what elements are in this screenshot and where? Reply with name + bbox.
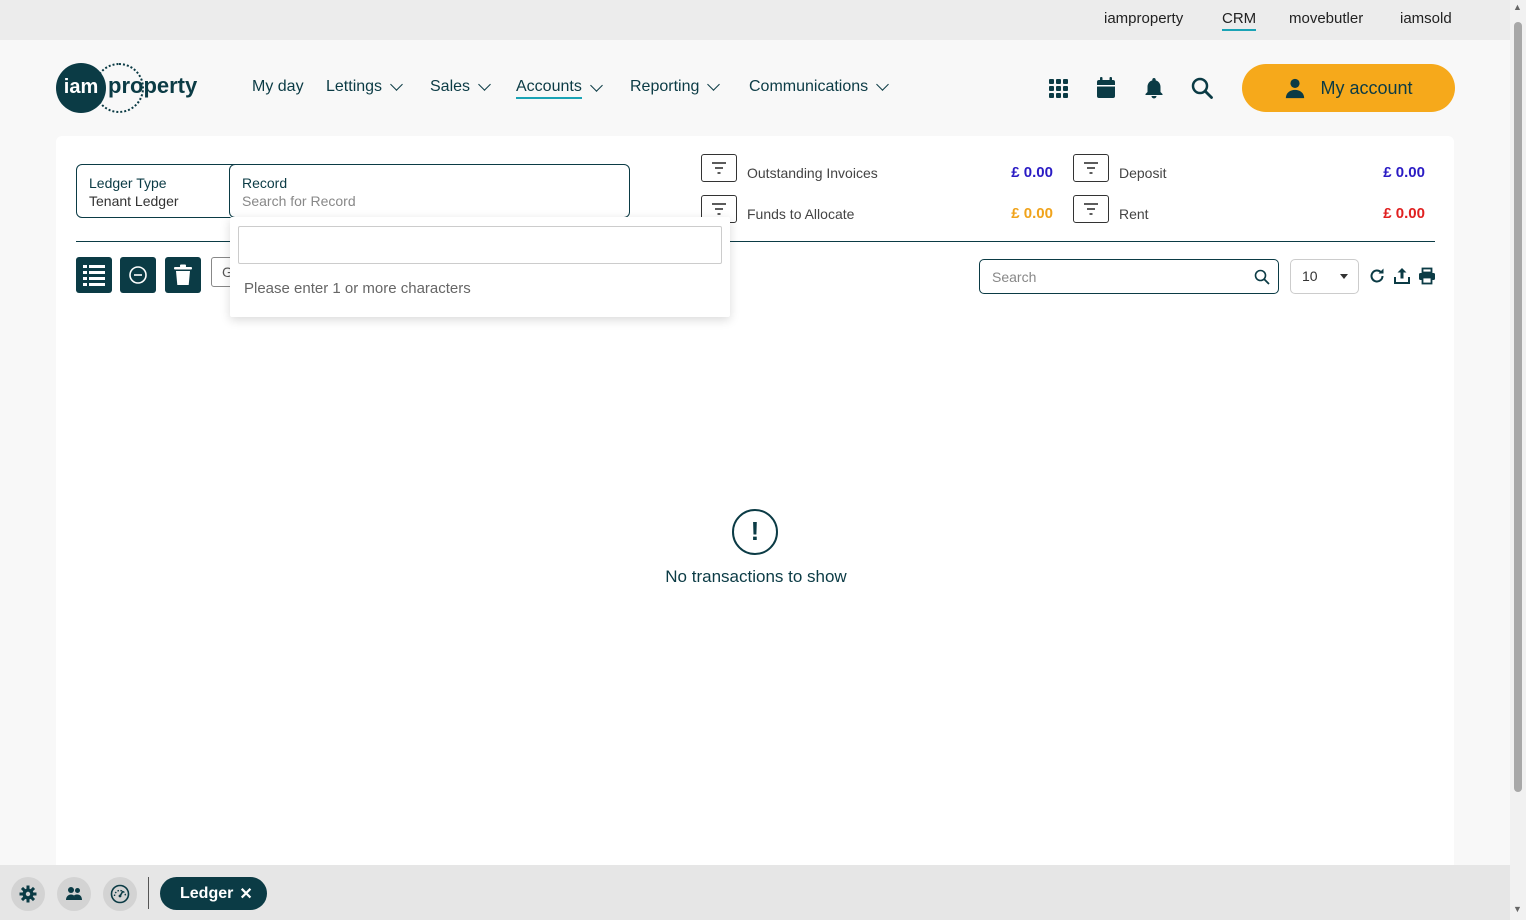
deposit-label: Deposit bbox=[1119, 165, 1167, 181]
record-placeholder: Search for Record bbox=[242, 193, 356, 209]
ledger-type-value: Tenant Ledger bbox=[89, 193, 179, 209]
record-label: Record bbox=[242, 175, 288, 191]
ledger-tab[interactable]: Ledger ✕ bbox=[160, 877, 267, 910]
page-scrollbar[interactable]: ▲ ▼ bbox=[1510, 0, 1526, 920]
my-account-button[interactable]: My account bbox=[1242, 64, 1455, 112]
bell-icon[interactable] bbox=[1142, 76, 1166, 100]
nav-item-communications[interactable]: Communications bbox=[749, 77, 890, 96]
nav-item-label: Reporting bbox=[630, 78, 700, 95]
scroll-down-arrow-icon[interactable]: ▼ bbox=[1513, 904, 1522, 914]
print-icon[interactable] bbox=[1418, 267, 1436, 285]
taskbar-separator bbox=[148, 877, 149, 909]
calendar-icon[interactable] bbox=[1094, 76, 1118, 100]
nav-item-label: My day bbox=[252, 78, 304, 95]
rent-filter-button[interactable] bbox=[1073, 195, 1109, 223]
export-icon[interactable] bbox=[1393, 267, 1411, 285]
bottom-taskbar: Ledger ✕ bbox=[0, 865, 1510, 920]
brand-link-iamsold[interactable]: iamsold bbox=[1400, 10, 1452, 27]
filter-lines-icon bbox=[712, 203, 726, 215]
deposit-value: £ 0.00 bbox=[1383, 164, 1425, 181]
ledger-tab-label: Ledger bbox=[180, 884, 234, 902]
brand-bar: iamproperty CRM movebutler iamsold bbox=[0, 0, 1510, 40]
nav-item-lettings[interactable]: Lettings bbox=[326, 77, 403, 96]
refresh-icon[interactable] bbox=[1368, 267, 1386, 285]
deposit-filter-button[interactable] bbox=[1073, 154, 1109, 182]
scroll-up-arrow-icon[interactable]: ▲ bbox=[1513, 2, 1522, 12]
people-icon bbox=[66, 887, 82, 900]
people-button[interactable] bbox=[57, 877, 91, 911]
table-search-box[interactable] bbox=[979, 259, 1279, 294]
chevron-down-icon bbox=[478, 77, 491, 91]
nav-item-label: Communications bbox=[749, 78, 869, 95]
funds-to-allocate-value: £ 0.00 bbox=[1011, 205, 1053, 222]
page-size-select[interactable]: 10 bbox=[1290, 259, 1359, 294]
trash-icon bbox=[174, 264, 192, 285]
brand-link-movebutler[interactable]: movebutler bbox=[1289, 10, 1363, 27]
chevron-down-icon bbox=[707, 77, 721, 91]
outstanding-invoices-label: Outstanding Invoices bbox=[747, 165, 878, 181]
close-icon[interactable]: ✕ bbox=[239, 884, 252, 904]
nav-item-sales[interactable]: Sales bbox=[430, 77, 491, 96]
list-view-button[interactable] bbox=[76, 257, 112, 293]
chevron-down-icon bbox=[390, 77, 403, 91]
nav-item-label: Lettings bbox=[326, 78, 383, 95]
speedometer-icon bbox=[110, 884, 130, 904]
filter-lines-icon bbox=[1084, 203, 1098, 215]
settings-button[interactable] bbox=[11, 877, 45, 911]
funds-to-allocate-label: Funds to Allocate bbox=[747, 206, 855, 222]
caret-down-icon bbox=[1340, 274, 1348, 279]
collapse-button[interactable] bbox=[120, 257, 156, 293]
empty-state-message: No transactions to show bbox=[665, 567, 847, 586]
rent-value: £ 0.00 bbox=[1383, 205, 1425, 222]
record-search-hint: Please enter 1 or more characters bbox=[244, 280, 471, 297]
minus-circle-icon bbox=[129, 266, 147, 284]
ledger-type-label: Ledger Type bbox=[89, 175, 167, 191]
filter-lines-icon bbox=[1084, 162, 1098, 174]
rent-label: Rent bbox=[1119, 206, 1149, 222]
record-search-dropdown: Please enter 1 or more characters bbox=[230, 217, 730, 317]
filter-lines-icon bbox=[712, 162, 726, 174]
chevron-down-icon bbox=[589, 79, 603, 92]
logo-circle: iam bbox=[56, 63, 106, 113]
brand-link-crm[interactable]: CRM bbox=[1222, 10, 1257, 31]
list-icon bbox=[83, 265, 105, 286]
delete-button[interactable] bbox=[165, 257, 201, 293]
ledger-type-select[interactable]: Ledger Type Tenant Ledger bbox=[76, 164, 246, 218]
brand-link-iamproperty[interactable]: iamproperty bbox=[1104, 10, 1183, 27]
grid-icon[interactable] bbox=[1046, 76, 1070, 100]
nav-item-accounts[interactable]: Accounts bbox=[516, 78, 603, 99]
page-size-value: 10 bbox=[1302, 268, 1318, 284]
exclamation-circle-icon: ! bbox=[732, 509, 778, 555]
outstanding-invoices-value: £ 0.00 bbox=[1011, 164, 1053, 181]
search-icon[interactable] bbox=[1254, 269, 1270, 285]
nav-item-label: Sales bbox=[430, 78, 471, 95]
nav-item-my-day[interactable]: My day bbox=[252, 78, 304, 96]
my-account-label: My account bbox=[1320, 77, 1413, 98]
gear-icon bbox=[19, 885, 37, 903]
chevron-down-icon bbox=[876, 77, 890, 91]
table-search-input[interactable] bbox=[980, 260, 1240, 293]
user-icon bbox=[1286, 78, 1305, 99]
scrollbar-thumb[interactable] bbox=[1514, 22, 1522, 792]
dashboard-button[interactable] bbox=[103, 877, 137, 911]
nav-item-label: Accounts bbox=[516, 78, 582, 99]
nav-item-reporting[interactable]: Reporting bbox=[630, 77, 721, 96]
search-icon[interactable] bbox=[1190, 76, 1214, 100]
logo-word: property bbox=[108, 73, 198, 98]
record-search-input[interactable] bbox=[238, 226, 722, 264]
record-select[interactable]: Record Search for Record bbox=[229, 164, 630, 218]
outstanding-invoices-filter-button[interactable] bbox=[701, 154, 737, 182]
